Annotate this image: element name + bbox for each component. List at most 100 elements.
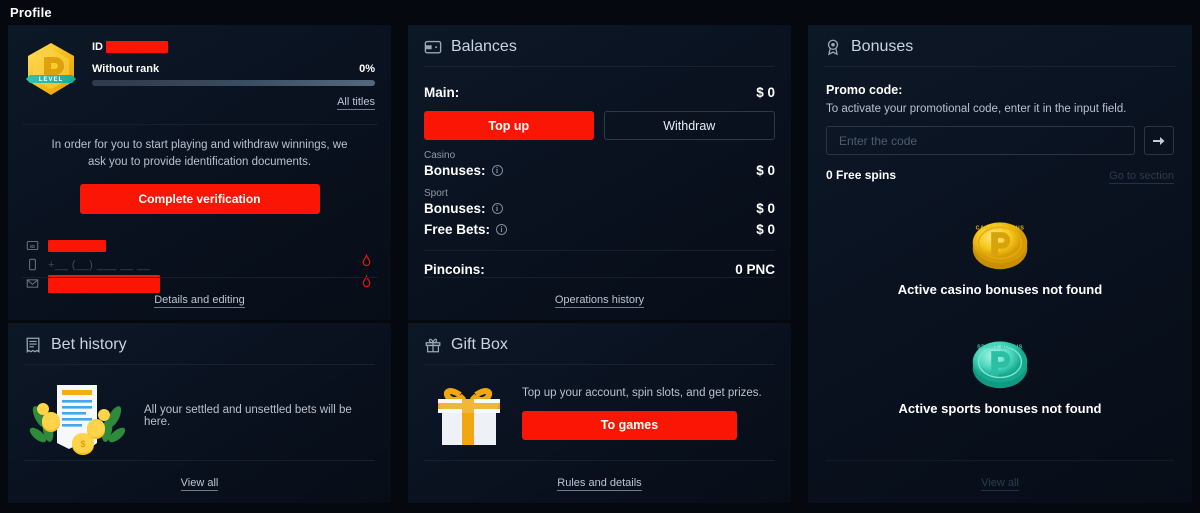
gift-box-description: Top up your account, spin slots, and get…	[522, 386, 762, 399]
bonuses-footer: View all	[826, 460, 1174, 491]
svg-text:$: $	[80, 439, 85, 449]
bet-history-header: Bet history	[8, 323, 391, 364]
gift-box-title: Gift Box	[451, 336, 508, 353]
profile-page: Profile LEVEL ID Without rank 0% All tit…	[0, 0, 1200, 513]
details-and-editing-link[interactable]: Details and editing	[154, 294, 245, 308]
free-bets-value: $ 0	[756, 222, 775, 237]
rank-progress-percent: 0%	[359, 63, 375, 75]
contact-row-phone: +__ (__) ___ __ __	[26, 255, 377, 274]
info-icon[interactable]: i	[496, 224, 508, 235]
rank-label: Without rank	[92, 63, 160, 75]
casino-bonuses-empty-state: CASINO BONUS Active casino bonuses not f…	[826, 200, 1174, 297]
top-up-button[interactable]: Top up	[424, 111, 594, 140]
id-card-icon: ID	[26, 239, 39, 252]
promo-code-title: Promo code:	[826, 83, 903, 97]
main-balance-value: $ 0	[756, 85, 775, 100]
bonuses-header: Bonuses	[808, 25, 1192, 66]
rank-row: Without rank 0%	[92, 63, 375, 75]
page-title: Profile	[10, 5, 52, 20]
info-icon[interactable]: i	[491, 165, 503, 176]
svg-text:ID: ID	[30, 244, 35, 250]
award-icon	[824, 38, 842, 56]
to-games-button[interactable]: To games	[522, 410, 737, 440]
balances-header: Balances	[408, 25, 791, 66]
user-id-label: ID	[92, 41, 103, 53]
bet-history-title: Bet history	[51, 336, 127, 353]
gift-box-header: Gift Box	[408, 323, 791, 364]
user-id-row: ID	[92, 41, 375, 53]
bet-history-body: $ All your settled and unsettled bets wi…	[8, 365, 391, 459]
balances-body: Main: $ 0 Top up Withdraw Casino Bonuses…	[408, 67, 791, 277]
bet-history-view-all-link[interactable]: View all	[180, 477, 219, 491]
bet-history-card: Bet history $ All your settled and unset…	[8, 323, 391, 503]
gift-box-illustration	[430, 373, 508, 453]
gift-box-body: Top up your account, spin slots, and get…	[408, 365, 791, 453]
free-spins-label: Free spins	[836, 168, 897, 182]
sport-bonuses-empty-state: SPORT BONUS Active sports bonuses not fo…	[826, 319, 1174, 416]
contact-row-id: ID	[26, 236, 377, 255]
all-titles-link[interactable]: All titles	[337, 96, 375, 110]
svg-text:LEVEL: LEVEL	[39, 77, 63, 83]
casino-bonus-coin-icon: CASINO BONUS	[961, 200, 1039, 278]
contact-id-redacted	[48, 239, 106, 252]
casino-bonuses-label: Bonuses:	[424, 163, 486, 178]
sport-bonuses-empty-label: Active sports bonuses not found	[898, 401, 1102, 416]
profile-identity: ID Without rank 0% All titles	[92, 37, 375, 110]
profile-summary: LEVEL ID Without rank 0% All titles	[8, 25, 391, 110]
info-icon[interactable]: i	[491, 203, 503, 214]
all-titles-row: All titles	[92, 92, 375, 110]
gift-icon	[424, 336, 442, 354]
svg-text:SPORT BONUS: SPORT BONUS	[977, 344, 1023, 350]
arrow-right-icon	[1151, 133, 1167, 149]
bonuses-body: Promo code: To activate your promotional…	[808, 67, 1192, 416]
sport-group-label: Sport	[424, 188, 448, 199]
bet-history-description: All your settled and unsettled bets will…	[144, 404, 352, 428]
casino-group-label: Casino	[424, 150, 456, 161]
complete-verification-button[interactable]: Complete verification	[79, 184, 320, 215]
sport-bonuses-value: $ 0	[756, 201, 775, 216]
pincoins-value: 0 PNC	[735, 262, 775, 277]
balance-row-casino-bonuses: Bonuses: i $ 0	[424, 163, 775, 178]
sport-bonuses-label: Bonuses:	[424, 201, 486, 216]
verification-message: In order for you to start playing and wi…	[51, 139, 348, 168]
free-spins-count: 0	[826, 168, 833, 182]
balance-row-sport-bonuses: Bonuses: i $ 0	[424, 201, 775, 216]
bet-history-footer: View all	[24, 460, 375, 491]
gift-box-content: Top up your account, spin slots, and get…	[522, 387, 775, 440]
gift-box-card: Gift Box Top up your account, spin slots…	[408, 323, 791, 503]
balance-actions: Top up Withdraw	[424, 111, 775, 140]
balance-row-free-bets: Free Bets: i $ 0	[424, 222, 775, 237]
bonuses-view-all-link[interactable]: View all	[981, 477, 1019, 491]
operations-history-link[interactable]: Operations history	[554, 294, 645, 308]
balances-divider	[424, 250, 775, 251]
casino-bonuses-value: $ 0	[756, 163, 775, 178]
cards-grid: LEVEL ID Without rank 0% All titles In o…	[8, 25, 1192, 503]
free-spins-row: 0 Free spins Go to section	[826, 168, 1174, 184]
go-to-section-link[interactable]: Go to section	[1109, 170, 1174, 184]
svg-text:CASINO BONUS: CASINO BONUS	[976, 225, 1025, 231]
promo-submit-button[interactable]	[1144, 126, 1174, 155]
main-balance-label: Main:	[424, 85, 460, 100]
casino-bonuses-empty-label: Active casino bonuses not found	[897, 282, 1103, 297]
balances-footer: Operations history	[424, 277, 775, 308]
profile-card: LEVEL ID Without rank 0% All titles In o…	[8, 25, 391, 320]
balance-row-pincoins: Pincoins: 0 PNC	[424, 262, 775, 277]
promo-code-form	[826, 126, 1174, 155]
contact-phone-value: +__ (__) ___ __ __	[48, 258, 151, 271]
profile-footer: Details and editing	[22, 277, 377, 308]
warning-icon	[360, 254, 373, 267]
user-id-redacted	[106, 41, 168, 53]
balances-title: Balances	[451, 38, 517, 55]
withdraw-button[interactable]: Withdraw	[603, 111, 775, 140]
balance-row-main: Main: $ 0	[424, 85, 775, 100]
receipt-icon	[24, 336, 42, 354]
promo-code-input[interactable]	[826, 126, 1135, 155]
gift-box-footer: Rules and details	[424, 460, 775, 491]
wallet-icon	[424, 38, 442, 56]
pincoins-label: Pincoins:	[424, 262, 485, 277]
promo-code-subtitle: To activate your promotional code, enter…	[826, 103, 1127, 115]
balances-card: Balances Main: $ 0 Top up Withdraw Casin…	[408, 25, 791, 320]
rules-and-details-link[interactable]: Rules and details	[557, 477, 642, 491]
free-bets-label: Free Bets:	[424, 222, 491, 237]
bet-slip-illustration: $	[24, 373, 130, 459]
